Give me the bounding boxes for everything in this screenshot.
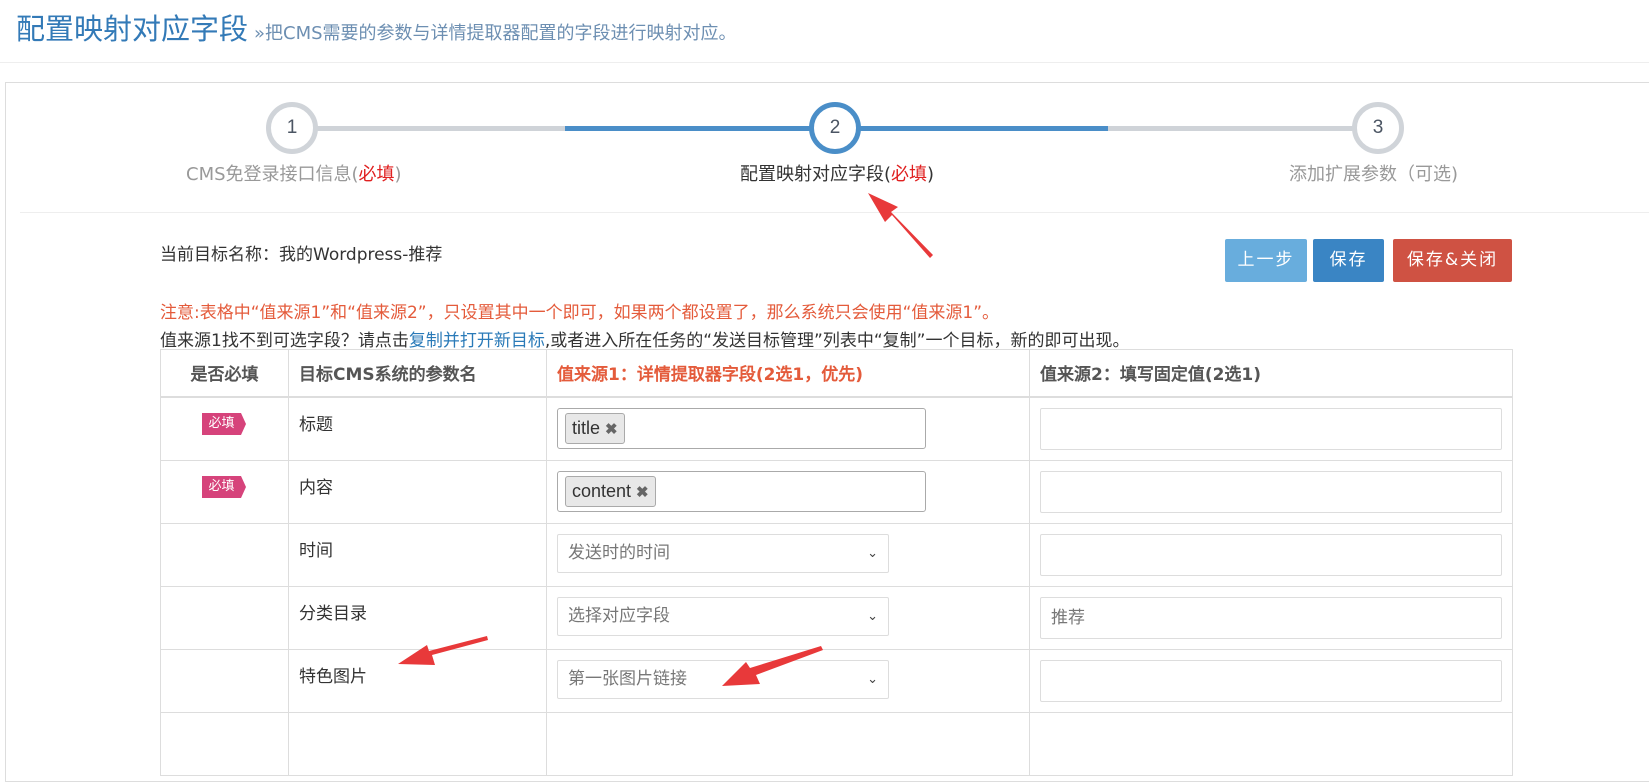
step-2-label[interactable]: 配置映射对应字段(必填)	[740, 160, 934, 186]
table-row: 特色图片 第一张图片链接 ⌄	[160, 648, 1513, 713]
param-name: 分类目录	[288, 585, 547, 650]
step-2-circle[interactable]: 2	[809, 102, 861, 154]
header-required: 是否必填	[160, 349, 289, 398]
source2-cell: 推荐	[1029, 585, 1513, 650]
fixed-value-input[interactable]	[1040, 407, 1502, 450]
target-name: 当前目标名称：我的Wordpress-推荐	[160, 245, 443, 265]
field-tag: content ✖	[565, 475, 656, 507]
source2-cell	[1029, 522, 1513, 587]
source2-cell	[1029, 459, 1513, 524]
field-select-value: 选择对应字段	[568, 605, 670, 626]
fixed-value-input[interactable]	[1040, 470, 1502, 513]
chevron-down-icon: ⌄	[867, 671, 878, 687]
header-source2: 值来源2：填写固定值(2选1)	[1029, 349, 1513, 398]
required-cell: 必填	[160, 396, 289, 461]
wizard-line-done	[300, 126, 565, 131]
source1-cell: content ✖	[546, 459, 1030, 524]
hint-after: ,或者进入所在任务的“发送目标管理”列表中“复制”一个目标，新的即可出现。	[544, 331, 1130, 351]
fixed-value-input[interactable]	[1040, 533, 1502, 576]
step-2-suffix: )	[927, 164, 935, 185]
page-header: 配置映射对应字段 »把CMS需要的参数与详情提取器配置的字段进行映射对应。	[16, 6, 737, 46]
fixed-value-input[interactable]	[1040, 659, 1502, 702]
chevron-down-icon: ⌄	[867, 608, 878, 624]
required-cell	[160, 648, 289, 713]
table-row	[160, 711, 1513, 776]
wizard-line-pending	[1108, 126, 1378, 131]
step-3-label-text: 添加扩展参数（可选)	[1289, 164, 1459, 185]
source1-cell: 发送时的时间 ⌄	[546, 522, 1030, 587]
field-tag-label: content	[572, 480, 632, 501]
source1-cell: 选择对应字段 ⌄	[546, 585, 1030, 650]
step-1-suffix: )	[394, 164, 402, 185]
table-row: 分类目录 选择对应字段 ⌄ 推荐	[160, 585, 1513, 650]
step-3-label[interactable]: 添加扩展参数（可选)	[1289, 160, 1458, 186]
mapping-table: 是否必填 目标CMS系统的参数名 值来源1：详情提取器字段(2选1，优先) 值来…	[160, 349, 1513, 776]
step-1-required: 必填	[358, 164, 395, 185]
required-badge: 必填	[202, 412, 246, 435]
save-button[interactable]: 保存	[1313, 239, 1384, 282]
field-select[interactable]: 发送时的时间 ⌄	[557, 533, 889, 573]
save-and-close-button[interactable]: 保存&关闭	[1393, 239, 1512, 282]
chevron-down-icon: ⌄	[867, 545, 878, 561]
param-name	[288, 711, 547, 776]
hint-text: 值来源1找不到可选字段？请点击复制并打开新目标,或者进入所在任务的“发送目标管理…	[160, 326, 1129, 351]
hint-before: 值来源1找不到可选字段？请点击	[160, 331, 409, 351]
table-row: 必填 标题 title ✖	[160, 396, 1513, 461]
prev-step-button[interactable]: 上一步	[1225, 239, 1307, 282]
step-1-circle[interactable]: 1	[266, 102, 318, 154]
param-name: 内容	[288, 459, 547, 524]
step-3-circle[interactable]: 3	[1352, 102, 1404, 154]
required-cell	[160, 522, 289, 587]
param-name: 标题	[288, 396, 547, 461]
table-row: 时间 发送时的时间 ⌄	[160, 522, 1513, 587]
field-select[interactable]: 选择对应字段 ⌄	[557, 596, 889, 636]
required-cell	[160, 711, 289, 776]
required-cell: 必填	[160, 459, 289, 524]
field-tag-select[interactable]: content ✖	[557, 470, 926, 512]
table-header-row: 是否必填 目标CMS系统的参数名 值来源1：详情提取器字段(2选1，优先) 值来…	[160, 349, 1513, 398]
header-divider	[0, 62, 1649, 63]
required-cell	[160, 585, 289, 650]
field-tag-label: title	[572, 417, 601, 438]
header-source1: 值来源1：详情提取器字段(2选1，优先)	[546, 349, 1030, 398]
remove-tag-icon[interactable]: ✖	[605, 421, 618, 438]
param-name: 特色图片	[288, 648, 547, 713]
source1-cell: 第一张图片链接 ⌄	[546, 648, 1030, 713]
source2-cell	[1029, 648, 1513, 713]
field-tag: title ✖	[565, 412, 625, 444]
step-2-required: 必填	[891, 164, 928, 185]
step-1-label-text: CMS免登录接口信息(	[186, 164, 359, 185]
source1-cell	[546, 711, 1030, 776]
field-tag-select[interactable]: title ✖	[557, 407, 926, 449]
field-select-value: 发送时的时间	[568, 542, 670, 563]
notice-text: 注意:表格中“值来源1”和“值来源2”，只设置其中一个即可，如果两个都设置了，那…	[160, 303, 1000, 323]
step-1-label[interactable]: CMS免登录接口信息(必填)	[186, 160, 402, 186]
field-select-value: 第一张图片链接	[568, 668, 687, 689]
header-param: 目标CMS系统的参数名	[288, 349, 547, 398]
source1-cell: title ✖	[546, 396, 1030, 461]
source2-cell	[1029, 396, 1513, 461]
table-row: 必填 内容 content ✖	[160, 459, 1513, 524]
page-title: 配置映射对应字段	[16, 12, 249, 46]
source2-cell	[1029, 711, 1513, 776]
fixed-value-input[interactable]: 推荐	[1040, 596, 1502, 639]
remove-tag-icon[interactable]: ✖	[636, 484, 649, 501]
page-subtitle: »把CMS需要的参数与详情提取器配置的字段进行映射对应。	[254, 23, 737, 44]
required-badge: 必填	[202, 475, 246, 498]
wizard-divider	[20, 212, 1649, 213]
param-name: 时间	[288, 522, 547, 587]
field-select[interactable]: 第一张图片链接 ⌄	[557, 659, 889, 699]
step-2-label-text: 配置映射对应字段(	[740, 164, 892, 185]
copy-open-target-link[interactable]: 复制并打开新目标	[409, 331, 545, 351]
